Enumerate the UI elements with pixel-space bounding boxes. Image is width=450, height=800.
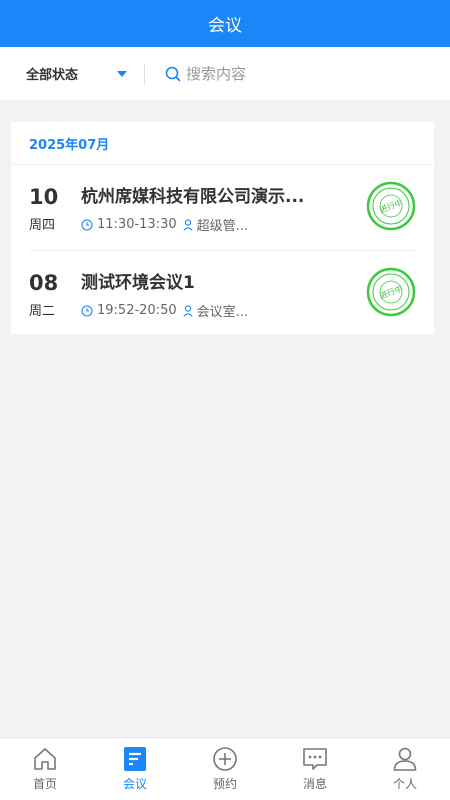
meeting-weekday: 周四 xyxy=(29,218,56,233)
search-icon xyxy=(165,66,181,82)
meeting-title: 测试环境会议1 xyxy=(81,273,195,293)
user-icon xyxy=(183,304,193,317)
tab-label: 个人 xyxy=(392,777,417,791)
meeting-item[interactable]: 10 周四 杭州席媒科技有限公司演示... 11:30-13:30 超级管... xyxy=(29,165,416,250)
tab-label: 会议 xyxy=(122,777,147,791)
meeting-date: 10 周四 xyxy=(29,185,69,233)
meeting-info: 杭州席媒科技有限公司演示... 11:30-13:30 超级管... xyxy=(81,187,321,234)
search-input[interactable]: 搜索内容 xyxy=(145,47,450,100)
meeting-host: 超级管... xyxy=(196,219,249,234)
meeting-meta: 11:30-13:30 超级管... xyxy=(81,215,321,234)
top-bar: 会议 xyxy=(0,0,450,47)
clock-icon xyxy=(81,218,93,231)
tab-label: 预约 xyxy=(212,777,237,791)
status-filter-label: 全部状态 xyxy=(26,68,79,83)
tab-label: 首页 xyxy=(32,777,57,791)
person-icon xyxy=(392,746,418,772)
home-icon xyxy=(32,746,58,772)
message-icon xyxy=(302,746,328,772)
meeting-host: 会议室... xyxy=(196,305,249,320)
meeting-list-card: 2025年07月 10 周四 杭州席媒科技有限公司演示... 11:30-13:… xyxy=(11,122,434,334)
caret-down-icon xyxy=(117,71,127,77)
tab-messages[interactable]: 消息 xyxy=(270,738,360,800)
meeting-item[interactable]: 08 周二 测试环境会议1 19:52-20:50 会议室... 进行中 xyxy=(29,250,416,335)
meeting-weekday: 周二 xyxy=(29,304,56,319)
tab-meeting[interactable]: 会议 xyxy=(90,738,180,800)
meeting-date: 08 周二 xyxy=(29,271,69,319)
month-header: 2025年07月 xyxy=(11,122,434,165)
add-circle-icon xyxy=(212,746,238,772)
status-stamp: 进行中 xyxy=(366,267,416,317)
status-filter-dropdown[interactable]: 全部状态 xyxy=(0,47,144,100)
meeting-icon xyxy=(122,746,148,772)
tab-home[interactable]: 首页 xyxy=(0,738,90,800)
search-placeholder: 搜索内容 xyxy=(186,65,247,83)
user-icon xyxy=(183,218,193,231)
page-title: 会议 xyxy=(208,16,242,36)
meeting-meta: 19:52-20:50 会议室... xyxy=(81,301,321,320)
meeting-day: 08 xyxy=(29,271,59,295)
clock-icon xyxy=(81,304,93,317)
bottom-tab-bar: 首页 会议 预约 消息 个人 xyxy=(0,737,450,800)
tab-label: 消息 xyxy=(302,777,327,791)
meeting-title: 杭州席媒科技有限公司演示... xyxy=(81,187,305,207)
meeting-time: 19:52-20:50 xyxy=(97,303,177,318)
tab-profile[interactable]: 个人 xyxy=(360,738,450,800)
status-stamp: 进行中 xyxy=(366,181,416,231)
filter-bar: 全部状态 搜索内容 xyxy=(0,47,450,100)
tab-booking[interactable]: 预约 xyxy=(180,738,270,800)
meeting-info: 测试环境会议1 19:52-20:50 会议室... xyxy=(81,273,321,320)
meeting-day: 10 xyxy=(29,185,59,209)
meeting-time: 11:30-13:30 xyxy=(97,217,177,232)
